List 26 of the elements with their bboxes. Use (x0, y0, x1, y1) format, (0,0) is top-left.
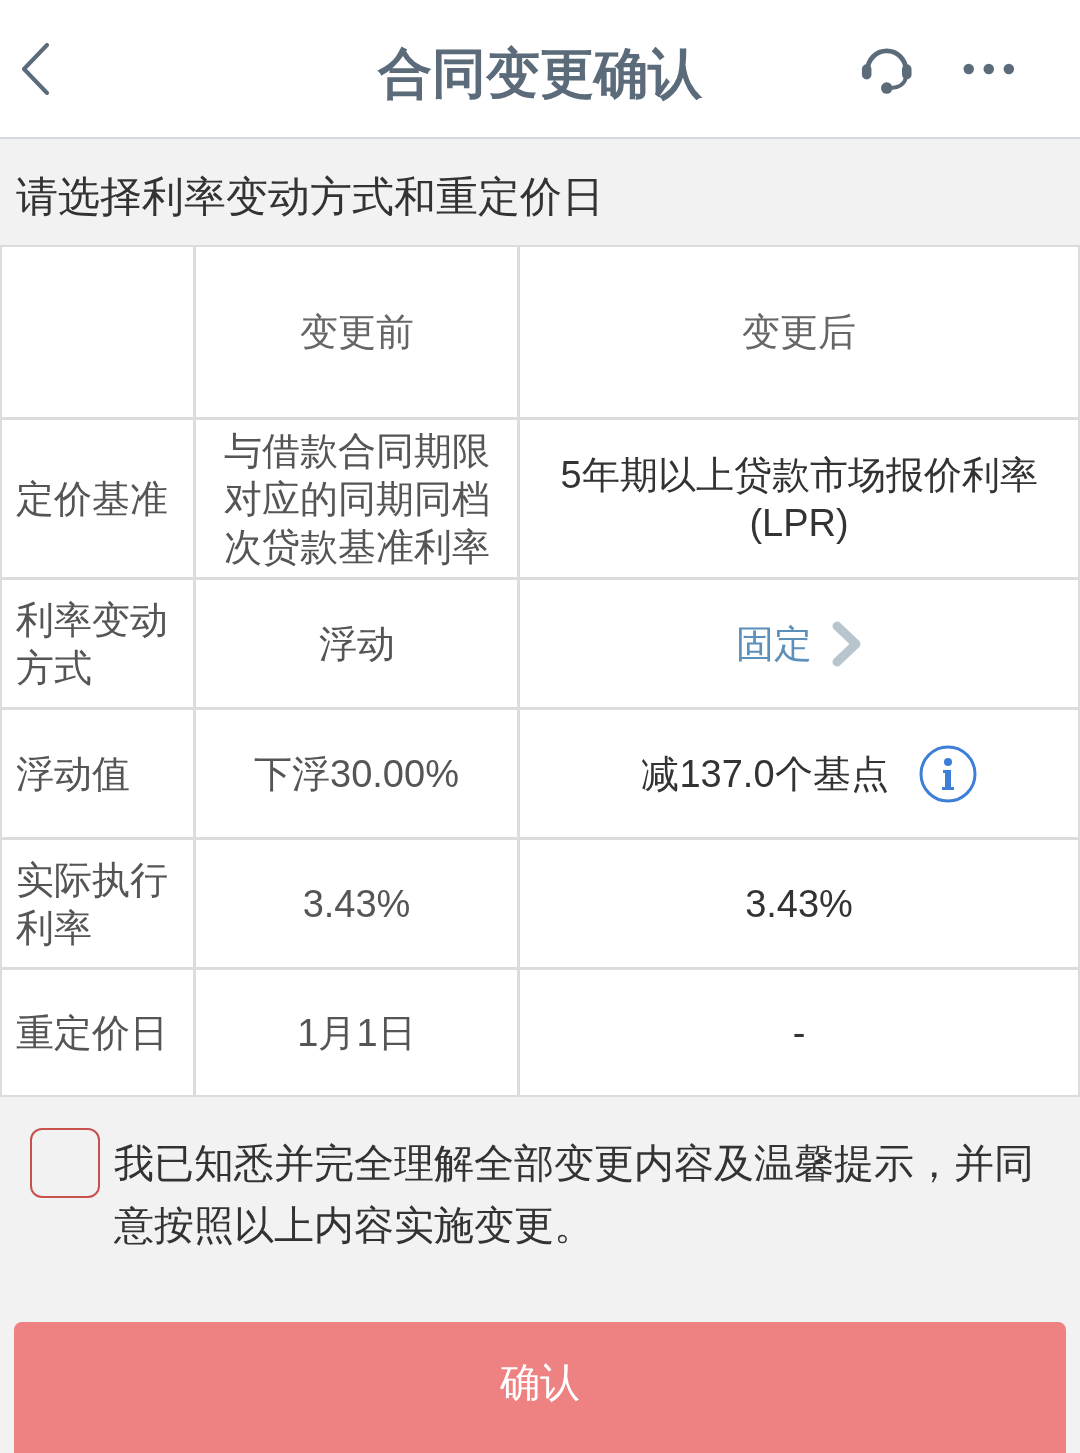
more-icon[interactable] (963, 62, 1015, 75)
table-cell: - (520, 970, 1078, 1095)
row-label: 浮动值 (2, 710, 193, 837)
row-label: 利率变动方式 (2, 580, 193, 707)
adjustment-value: 减137.0个基点 (641, 751, 889, 797)
table-cell: 浮动 (196, 580, 517, 707)
row-label: 定价基准 (2, 420, 193, 577)
table-cell: 5年期以上贷款市场报价利率(LPR) (520, 420, 1078, 577)
table-cell: 下浮30.00% (196, 710, 517, 837)
chevron-right-icon (832, 620, 862, 667)
back-icon[interactable] (20, 42, 50, 95)
column-header: 变更后 (520, 247, 1078, 417)
column-header: 变更前 (196, 247, 517, 417)
row-label: 重定价日 (2, 970, 193, 1095)
agreement-checkbox[interactable] (30, 1128, 100, 1198)
page-title: 合同变更确认 (376, 41, 703, 100)
row-label: 实际执行利率 (2, 840, 193, 967)
table-cell: 3.43% (520, 840, 1078, 967)
agreement-text: 我已知悉并完全理解全部变更内容及温馨提示，并同意按照以上内容实施变更。 (114, 1140, 1035, 1249)
table-cell: 3.43% (196, 840, 517, 967)
confirm-button[interactable]: 确认 (14, 1322, 1066, 1453)
info-icon[interactable] (918, 744, 977, 803)
table-cell: 与借款合同期限对应的同期同档次贷款基准利率 (196, 420, 517, 577)
rate-type-selector[interactable]: 固定 (736, 619, 862, 668)
section-title: 请选择利率变动方式和重定价日 (16, 176, 604, 218)
table-cell: 1月1日 (196, 970, 517, 1095)
